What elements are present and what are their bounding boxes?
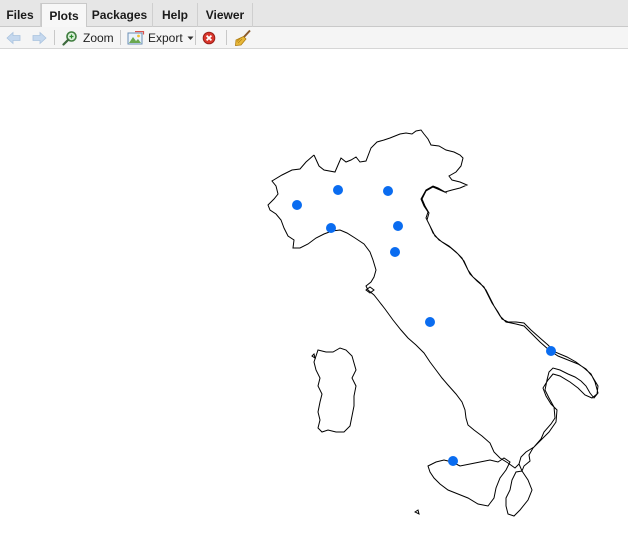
export-label: Export <box>148 31 183 45</box>
city-point-verona <box>383 186 393 196</box>
arrow-left-icon <box>6 31 21 45</box>
broom-icon <box>235 29 251 46</box>
zoom-label: Zoom <box>83 31 114 45</box>
forward-button[interactable] <box>31 28 47 48</box>
export-menu-button[interactable]: Export <box>127 28 195 48</box>
chevron-down-icon <box>187 36 194 40</box>
tab-plots[interactable]: Plots <box>41 3 87 28</box>
italy-gulf-taranto <box>505 470 533 517</box>
tab-files[interactable]: Files <box>0 3 41 27</box>
city-point-bari <box>546 346 556 356</box>
back-button[interactable] <box>6 28 22 48</box>
city-point-bologna <box>393 221 403 231</box>
city-point-palermo <box>448 456 458 466</box>
tab-help[interactable]: Help <box>153 3 198 27</box>
zoom-button[interactable]: Zoom <box>62 28 114 48</box>
toolbar-divider <box>195 30 196 45</box>
small-island <box>311 353 316 360</box>
plots-toolbar: Zoom Export <box>0 27 628 49</box>
plot-canvas <box>0 49 628 553</box>
city-point-rome <box>425 317 435 327</box>
city-points <box>292 185 556 466</box>
zoom-icon <box>62 31 77 46</box>
arrow-right-icon <box>32 31 47 45</box>
italy-map <box>267 129 599 517</box>
toolbar-divider <box>54 30 55 45</box>
city-point-florence <box>390 247 400 257</box>
city-point-genoa <box>326 223 336 233</box>
tab-viewer[interactable]: Viewer <box>198 3 253 27</box>
toolbar-divider <box>226 30 227 45</box>
clear-all-plots-button[interactable] <box>234 28 252 48</box>
pane-tab-bar: Files Plots Packages Help Viewer <box>0 0 628 28</box>
city-point-turin <box>292 200 302 210</box>
italy-peninsula-west-coast <box>267 154 520 469</box>
sicily-outline <box>427 457 511 507</box>
city-point-milan <box>333 185 343 195</box>
small-island <box>414 509 420 515</box>
remove-plot-icon <box>202 31 216 45</box>
sardinia-outline <box>313 347 357 433</box>
remove-plot-button[interactable] <box>202 28 216 48</box>
toolbar-divider <box>120 30 121 45</box>
tab-packages[interactable]: Packages <box>87 3 153 27</box>
italy-mainland-outline <box>313 129 599 473</box>
export-icon <box>127 31 145 45</box>
